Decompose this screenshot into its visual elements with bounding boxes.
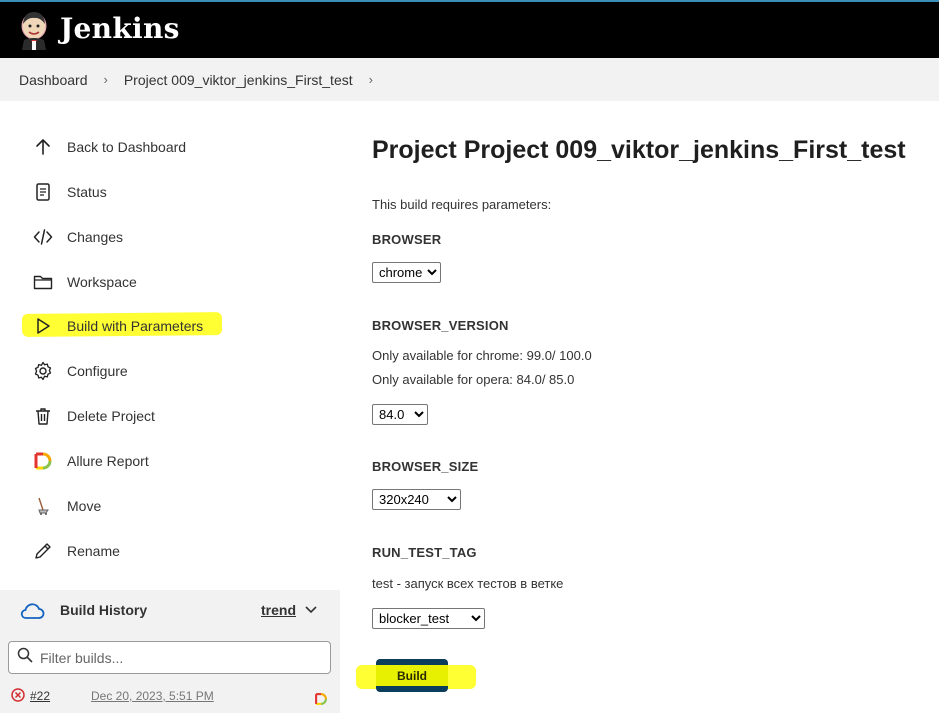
jenkins-logo-icon[interactable]: [18, 10, 50, 50]
run-test-tag-desc: test - запуск всех тестов в ветке: [372, 576, 564, 591]
sidebar-item-workspace[interactable]: Workspace: [32, 267, 137, 297]
sidebar-item-label: Changes: [67, 229, 124, 245]
requires-parameters-text: This build requires parameters:: [372, 197, 552, 212]
cloud-icon: [19, 600, 45, 627]
filter-builds-field[interactable]: [8, 641, 331, 674]
build-history-title: Build History: [60, 602, 148, 618]
sidebar-item-rename[interactable]: Rename: [32, 536, 120, 566]
allure-icon: [32, 450, 54, 472]
sidebar-item-label: Move: [67, 498, 102, 514]
trash-icon: [32, 405, 54, 427]
sidebar-item-label: Allure Report: [67, 453, 149, 469]
code-icon: [32, 226, 54, 248]
brand-title[interactable]: Jenkins: [60, 12, 180, 45]
chevron-down-icon[interactable]: [304, 602, 318, 621]
browser-size-select[interactable]: 320x240: [372, 489, 461, 510]
param-browser-size-label: BROWSER_SIZE: [372, 459, 479, 474]
sidebar-item-label: Configure: [67, 363, 128, 379]
allure-icon[interactable]: [314, 692, 328, 709]
param-browser-version-label: BROWSER_VERSION: [372, 318, 509, 333]
build-history-header: Build History trend: [0, 590, 340, 632]
chevron-right-icon: ›: [103, 72, 108, 87]
sidebar-item-delete-project[interactable]: Delete Project: [32, 401, 155, 431]
sidebar-item-label: Workspace: [67, 274, 137, 290]
trend-link[interactable]: trend: [261, 602, 296, 618]
play-icon: [32, 315, 54, 337]
page-title: Project Project 009_viktor_jenkins_First…: [372, 136, 906, 164]
pencil-icon: [32, 540, 54, 562]
build-history-row: #22 Dec 20, 2023, 5:51 PM: [0, 682, 340, 713]
browser-version-desc-chrome: Only available for chrome: 99.0/ 100.0: [372, 348, 592, 363]
sidebar-item-build-with-parameters[interactable]: Build with Parameters: [32, 311, 203, 341]
gear-icon: [32, 360, 54, 382]
filter-bar: [0, 632, 340, 682]
error-status-icon: [11, 688, 25, 705]
browser-version-select[interactable]: 84.0: [372, 404, 428, 425]
browser-select[interactable]: chrome: [372, 262, 441, 283]
sidebar-item-label: Build with Parameters: [67, 318, 204, 334]
breadcrumb: Dashboard › Project 009_viktor_jenkins_F…: [0, 58, 939, 101]
search-icon: [17, 647, 33, 668]
sidebar-item-label: Rename: [67, 543, 120, 559]
sidebar-item-move[interactable]: Move: [32, 491, 101, 521]
build-button[interactable]: Build: [376, 659, 448, 692]
folder-icon: [32, 271, 54, 293]
build-date-link[interactable]: Dec 20, 2023, 5:51 PM: [91, 689, 214, 703]
sidebar-item-back-to-dashboard[interactable]: Back to Dashboard: [32, 132, 186, 162]
param-browser-label: BROWSER: [372, 232, 442, 247]
chevron-right-icon[interactable]: ›: [369, 72, 373, 87]
breadcrumb-dashboard[interactable]: Dashboard: [19, 72, 88, 88]
param-run-test-tag-label: RUN_TEST_TAG: [372, 545, 477, 560]
sidebar-item-configure[interactable]: Configure: [32, 356, 128, 386]
sidebar-item-label: Back to Dashboard: [67, 139, 187, 155]
sidebar-item-label: Status: [67, 184, 107, 200]
move-icon: [32, 495, 54, 517]
top-header: Jenkins: [0, 0, 939, 58]
arrow-up-icon: [32, 136, 54, 158]
build-button-label: Build: [397, 668, 427, 683]
sidebar-item-status[interactable]: Status: [32, 177, 107, 207]
breadcrumb-project[interactable]: Project 009_viktor_jenkins_First_test: [124, 72, 353, 88]
sidebar-item-allure-report[interactable]: Allure Report: [32, 446, 149, 476]
run-test-tag-select[interactable]: blocker_test: [372, 608, 485, 629]
sidebar-item-changes[interactable]: Changes: [32, 222, 123, 252]
document-icon: [32, 181, 54, 203]
browser-version-desc-opera: Only available for opera: 84.0/ 85.0: [372, 372, 575, 387]
filter-builds-input[interactable]: [40, 649, 320, 666]
build-number-link[interactable]: #22: [30, 689, 50, 703]
sidebar-item-label: Delete Project: [67, 408, 155, 424]
